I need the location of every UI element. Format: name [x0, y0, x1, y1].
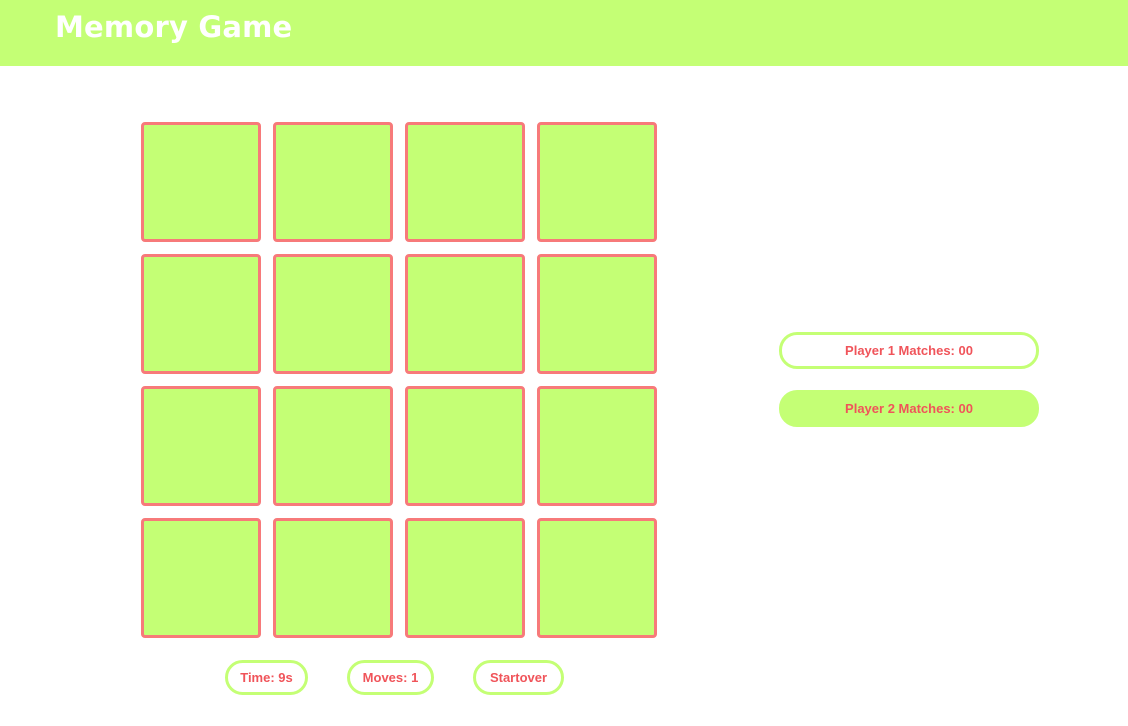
card-r1-c1[interactable] — [141, 122, 261, 242]
card-r4-c4[interactable] — [537, 518, 657, 638]
card-r1-c4[interactable] — [537, 122, 657, 242]
card-r4-c2[interactable] — [273, 518, 393, 638]
player2-matches: Player 2 Matches: 00 — [779, 390, 1039, 427]
card-r3-c2[interactable] — [273, 386, 393, 506]
player1-matches: Player 1 Matches: 00 — [779, 332, 1039, 369]
game-board — [141, 122, 657, 638]
card-r2-c4[interactable] — [537, 254, 657, 374]
card-r3-c3[interactable] — [405, 386, 525, 506]
moves-display: Moves: 1 — [347, 660, 434, 695]
card-r2-c1[interactable] — [141, 254, 261, 374]
card-r3-c4[interactable] — [537, 386, 657, 506]
card-r1-c2[interactable] — [273, 122, 393, 242]
card-r1-c3[interactable] — [405, 122, 525, 242]
card-r3-c1[interactable] — [141, 386, 261, 506]
card-r2-c2[interactable] — [273, 254, 393, 374]
time-display: Time: 9s — [225, 660, 308, 695]
startover-button[interactable]: Startover — [473, 660, 564, 695]
card-r4-c1[interactable] — [141, 518, 261, 638]
header-bar: Memory Game — [0, 0, 1128, 66]
page-title: Memory Game — [55, 10, 293, 44]
card-r2-c3[interactable] — [405, 254, 525, 374]
card-r4-c3[interactable] — [405, 518, 525, 638]
